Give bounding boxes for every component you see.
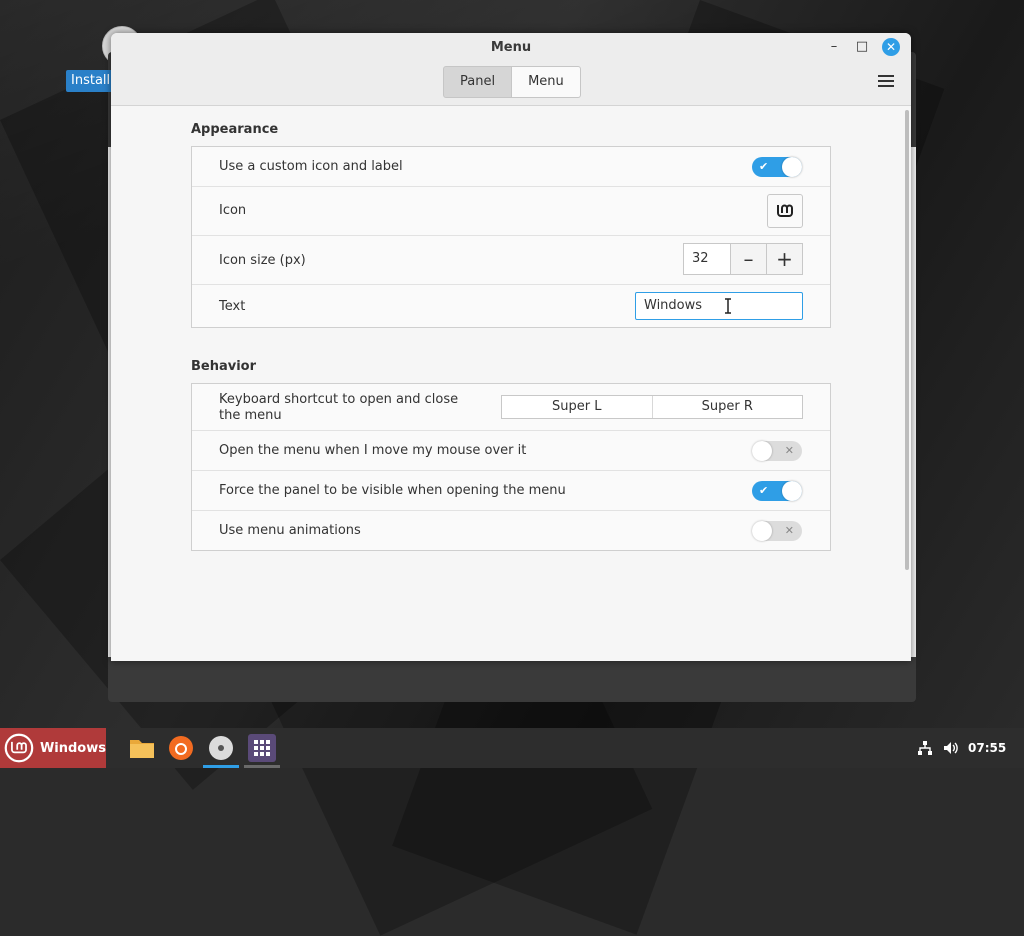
linux-mint-logo-icon xyxy=(4,733,34,763)
icon-size-label: Icon size (px) xyxy=(219,253,306,268)
window-title: Menu xyxy=(490,40,532,55)
behavior-heading: Behavior xyxy=(191,359,257,374)
hover-open-toggle[interactable]: ✕ xyxy=(752,441,802,461)
force-panel-row: Force the panel to be visible when openi… xyxy=(192,471,830,511)
shortcut-key-2[interactable]: Super R xyxy=(651,396,803,418)
appearance-heading: Appearance xyxy=(191,122,279,137)
tab-menu[interactable]: Menu xyxy=(512,66,581,98)
disc-icon[interactable] xyxy=(206,733,236,763)
icon-chooser-button[interactable] xyxy=(767,194,803,228)
shortcut-keys: Super L Super R xyxy=(501,395,803,419)
force-panel-label: Force the panel to be visible when openi… xyxy=(219,483,566,498)
start-menu-button[interactable]: Windows xyxy=(0,728,106,768)
files-icon[interactable] xyxy=(127,733,157,763)
check-icon: ✔ xyxy=(759,160,769,173)
icon-row: Icon xyxy=(192,187,830,236)
volume-icon[interactable] xyxy=(942,739,960,757)
tab-panel[interactable]: Panel xyxy=(443,66,513,98)
icon-size-input[interactable]: 32 xyxy=(683,243,731,275)
text-cursor-icon xyxy=(725,298,731,314)
x-icon: ✕ xyxy=(784,444,794,457)
stack-switcher: Panel Menu xyxy=(443,66,581,98)
close-button[interactable]: ✕ xyxy=(882,38,900,56)
text-label: Text xyxy=(219,299,246,314)
custom-icon-label: Use a custom icon and label xyxy=(219,159,403,174)
titlebar: Menu – □ ✕ Panel Menu xyxy=(111,33,911,106)
maximize-button[interactable]: □ xyxy=(852,39,872,55)
text-row: Text Windows xyxy=(192,285,830,327)
appearance-box: Use a custom icon and label ✔ Icon Icon … xyxy=(191,146,831,328)
network-icon[interactable] xyxy=(916,739,934,757)
force-panel-toggle[interactable]: ✔ xyxy=(752,481,802,501)
taskbar: Windows 07:55 xyxy=(0,728,1024,768)
increase-button[interactable]: + xyxy=(767,243,803,275)
start-label: Windows xyxy=(39,740,106,756)
firefox-icon[interactable] xyxy=(166,733,196,763)
icon-size-row: Icon size (px) 32 – + xyxy=(192,236,830,285)
shortcut-label: Keyboard shortcut to open and close the … xyxy=(219,392,459,423)
icon-size-spinner: 32 – + xyxy=(683,243,803,275)
hover-open-label: Open the menu when I move my mouse over … xyxy=(219,443,527,458)
linux-mint-logo-icon xyxy=(777,204,793,217)
animations-label: Use menu animations xyxy=(219,523,361,538)
shortcut-key-1[interactable]: Super L xyxy=(502,396,652,418)
settings-content: Appearance Use a custom icon and label ✔… xyxy=(111,106,911,661)
custom-icon-row: Use a custom icon and label ✔ xyxy=(192,147,830,187)
x-icon: ✕ xyxy=(784,524,794,537)
hamburger-menu-icon[interactable] xyxy=(878,75,894,89)
shortcut-row: Keyboard shortcut to open and close the … xyxy=(192,384,830,431)
menu-settings-window: Menu – □ ✕ Panel Menu Appearance Use a c… xyxy=(111,33,911,661)
clock[interactable]: 07:55 xyxy=(968,741,1006,755)
behavior-box: Keyboard shortcut to open and close the … xyxy=(191,383,831,551)
text-input-value: Windows xyxy=(644,298,703,313)
icon-label: Icon xyxy=(219,203,247,218)
animations-row: Use menu animations ✕ xyxy=(192,511,830,550)
scrollbar[interactable] xyxy=(905,110,909,570)
custom-icon-toggle[interactable]: ✔ xyxy=(752,157,802,177)
minimize-button[interactable]: – xyxy=(824,39,844,55)
app-grid-icon[interactable] xyxy=(247,733,277,763)
check-icon: ✔ xyxy=(759,484,769,497)
animations-toggle[interactable]: ✕ xyxy=(752,521,802,541)
hover-open-row: Open the menu when I move my mouse over … xyxy=(192,431,830,471)
text-input[interactable]: Windows xyxy=(635,292,803,320)
decrease-button[interactable]: – xyxy=(731,243,767,275)
